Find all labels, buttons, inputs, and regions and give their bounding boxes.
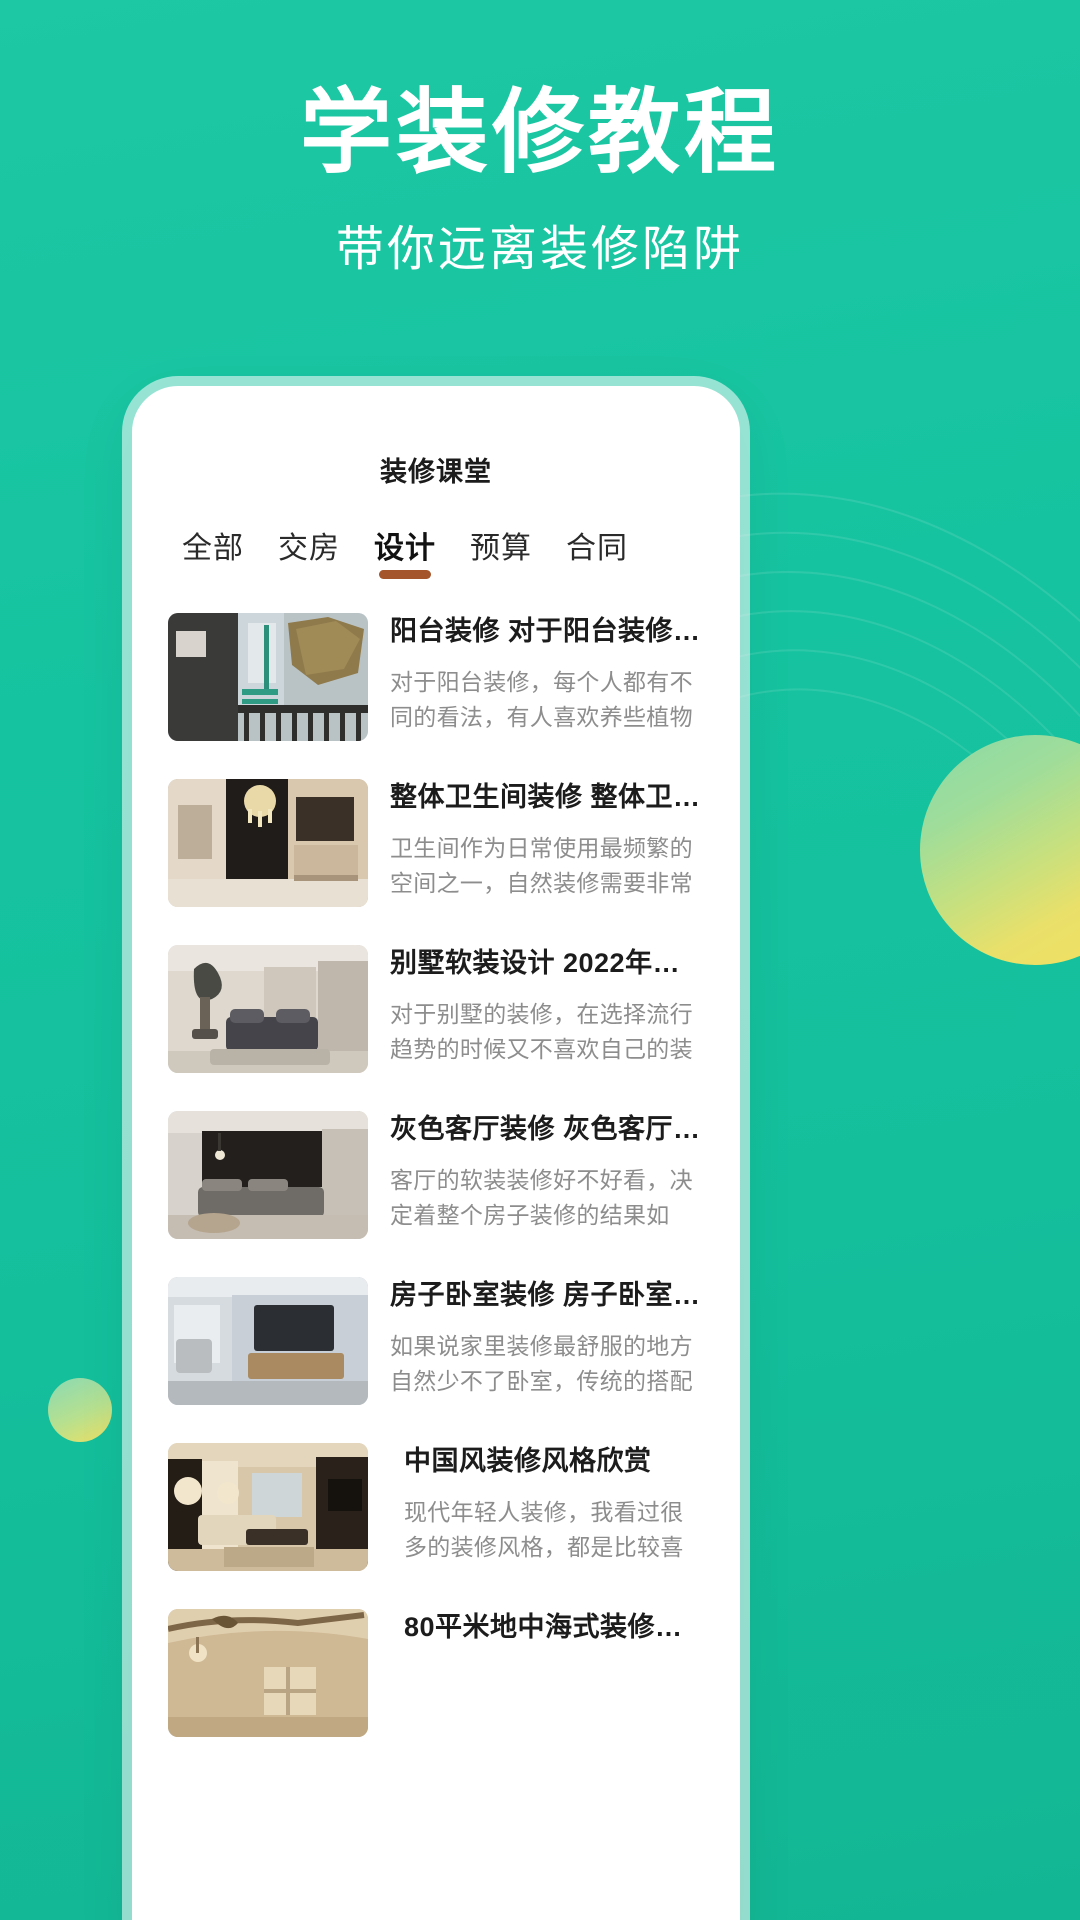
list-item[interactable]: 中国风装修风格欣赏 现代年轻人装修，我看过很多的装修风格，都是比较喜欢现代风格…: [168, 1425, 706, 1591]
list-item[interactable]: 阳台装修 对于阳台装修封装… 对于阳台装修，每个人都有不同的看法，有人喜欢养些植…: [168, 595, 706, 761]
article-title: 80平米地中海式装修风格，…: [404, 1612, 706, 1642]
article-meta: 房子卧室装修 房子卧室装修… 如果说家里装修最舒服的地方自然少不了卧室，传统的搭…: [390, 1277, 706, 1405]
tab-label: 设计: [374, 532, 436, 565]
article-meta: 别墅软装设计 2022年别墅软… 对于别墅的装修，在选择流行趋势的时候又不喜欢自…: [390, 945, 706, 1073]
article-thumbnail-balcony: [168, 613, 368, 741]
article-description: 对于别墅的装修，在选择流行趋势的时候又不喜欢自己的装修随着…: [390, 1000, 693, 1062]
tab-label: 全部: [182, 532, 244, 565]
tab-label: 预算: [470, 532, 532, 565]
tab-design[interactable]: 设计: [374, 523, 436, 581]
article-meta: 灰色客厅装修 灰色客厅软装… 客厅的软装装修好不好看，决定着整个房子装修的结果如…: [390, 1111, 706, 1239]
article-list: 阳台装修 对于阳台装修封装… 对于阳台装修，每个人都有不同的看法，有人喜欢养些植…: [140, 581, 732, 1757]
article-thumbnail-villa: [168, 945, 368, 1073]
tab-label: 交房: [278, 532, 340, 565]
article-description: 客厅的软装装修好不好看，决定着整个房子装修的结果如何，那么…: [390, 1166, 693, 1228]
tab-contract[interactable]: 合同: [566, 523, 628, 581]
article-meta: 中国风装修风格欣赏 现代年轻人装修，我看过很多的装修风格，都是比较喜欢现代风格…: [390, 1443, 706, 1571]
list-item[interactable]: 房子卧室装修 房子卧室装修… 如果说家里装修最舒服的地方自然少不了卧室，传统的搭…: [168, 1259, 706, 1425]
hero-section: 学装修教程 带你远离装修陷阱: [0, 82, 1080, 279]
article-thumbnail-chinese-style: [168, 1443, 368, 1571]
list-item[interactable]: 灰色客厅装修 灰色客厅软装… 客厅的软装装修好不好看，决定着整个房子装修的结果如…: [168, 1093, 706, 1259]
hero-title: 学装修教程: [299, 82, 780, 184]
page-title: 装修课堂: [380, 457, 492, 487]
tab-all[interactable]: 全部: [182, 523, 244, 581]
article-thumbnail-bedroom: [168, 1277, 368, 1405]
tab-bar: 全部 交房 设计 预算 合同: [140, 489, 732, 581]
article-description: 卫生间作为日常使用最频繁的空间之一，自然装修需要非常重视，…: [390, 834, 693, 896]
article-meta: 80平米地中海式装修风格，…: [390, 1609, 706, 1737]
tab-underline: [379, 570, 431, 579]
phone-screen: 装修课堂 全部 交房 设计 预算 合同 阳台装修 对于阳台装修封 对于阳台装修，…: [140, 394, 732, 1920]
list-item[interactable]: 80平米地中海式装修风格，…: [168, 1591, 706, 1757]
decorative-circle-large: [920, 735, 1080, 965]
tab-budget[interactable]: 预算: [470, 523, 532, 581]
list-item[interactable]: 别墅软装设计 2022年别墅软… 对于别墅的装修，在选择流行趋势的时候又不喜欢自…: [168, 927, 706, 1093]
hero-subtitle: 带你远离装修陷阱: [335, 223, 744, 277]
article-meta: 阳台装修 对于阳台装修封装… 对于阳台装修，每个人都有不同的看法，有人喜欢养些植…: [390, 613, 706, 741]
article-meta: 整体卫生间装修 整体卫生间… 卫生间作为日常使用最频繁的空间之一，自然装修需要非…: [390, 779, 706, 907]
decorative-circle-small: [48, 1378, 112, 1442]
app-screenshot: 学装修教程 带你远离装修陷阱 装修课堂 全部 交房 设计 预算 合同 阳台装修 …: [0, 0, 1080, 1920]
article-title: 中国风装修风格欣赏: [404, 1446, 652, 1476]
article-title: 阳台装修 对于阳台装修封装…: [390, 616, 706, 646]
article-title: 灰色客厅装修 灰色客厅软装…: [390, 1114, 706, 1144]
article-title: 房子卧室装修 房子卧室装修…: [390, 1280, 706, 1310]
list-item[interactable]: 整体卫生间装修 整体卫生间… 卫生间作为日常使用最频繁的空间之一，自然装修需要非…: [168, 761, 706, 927]
article-thumbnail-bathroom: [168, 779, 368, 907]
article-title: 别墅软装设计 2022年别墅软…: [390, 948, 706, 978]
article-thumbnail-mediterranean: [168, 1609, 368, 1737]
article-title: 整体卫生间装修 整体卫生间…: [390, 782, 706, 812]
article-description: 对于阳台装修，每个人都有不同的看法，有人喜欢养些植物陶冶情…: [390, 668, 693, 730]
article-thumbnail-grey-living: [168, 1111, 368, 1239]
article-description: 现代年轻人装修，我看过很多的装修风格，都是比较喜欢现代风格…: [404, 1498, 684, 1560]
tab-label: 合同: [566, 532, 628, 565]
article-description: 如果说家里装修最舒服的地方自然少不了卧室，传统的搭配千篇一…: [390, 1332, 693, 1394]
tab-handover[interactable]: 交房: [278, 523, 340, 581]
phone-mockup: 装修课堂 全部 交房 设计 预算 合同 阳台装修 对于阳台装修封 对于阳台装修，…: [132, 386, 740, 1920]
